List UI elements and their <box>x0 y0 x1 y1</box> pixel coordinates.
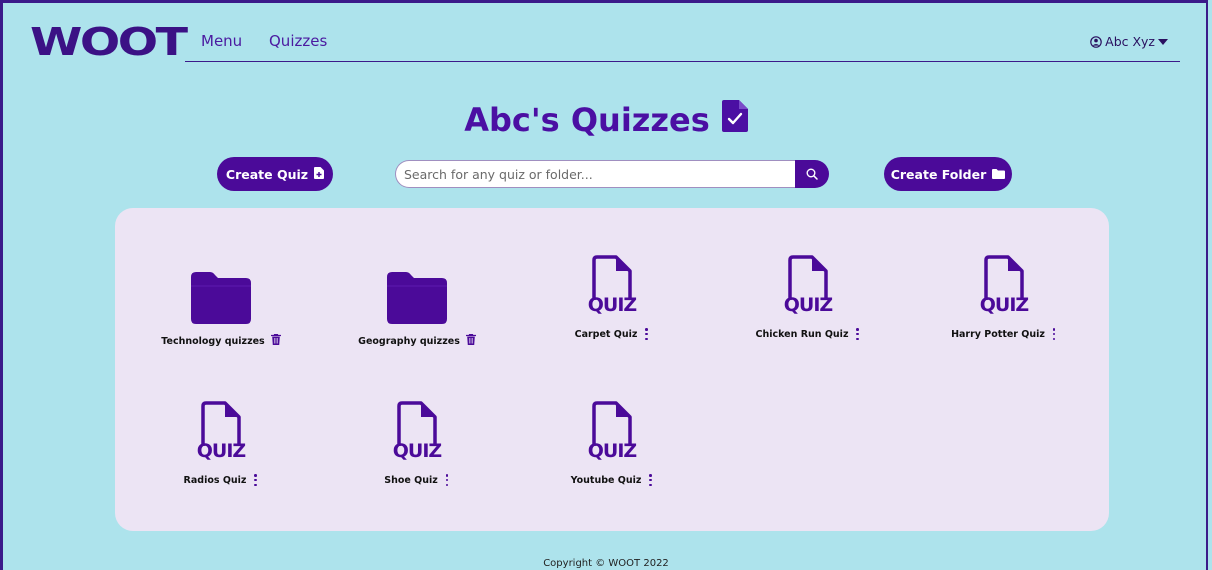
nav-quizzes-link[interactable]: Quizzes <box>269 32 327 50</box>
quiz-item[interactable]: QUIZ Chicken Run Quiz <box>708 248 908 340</box>
search-input[interactable] <box>395 160 795 188</box>
quiz-icon-text: QUIZ <box>587 294 637 316</box>
kebab-menu-icon[interactable] <box>647 474 653 486</box>
item-label-row: Youtube Quiz <box>512 474 712 486</box>
item-label-row: Geography quizzes <box>317 333 517 348</box>
nav-menu-link[interactable]: Menu <box>201 32 242 50</box>
item-label[interactable]: Harry Potter Quiz <box>951 329 1045 340</box>
item-label[interactable]: Youtube Quiz <box>571 475 642 486</box>
quiz-icon-text: QUIZ <box>979 294 1029 316</box>
quiz-icon-text: QUIZ <box>783 294 833 316</box>
quiz-file-icon[interactable]: QUIZ <box>121 394 321 464</box>
create-folder-label: Create Folder <box>890 166 987 182</box>
create-quiz-button[interactable]: Create Quiz <box>217 157 333 191</box>
user-name: Abc Xyz <box>1105 34 1155 49</box>
quiz-item[interactable]: QUIZ Shoe Quiz <box>317 394 517 486</box>
folder-item[interactable]: Technology quizzes <box>121 254 321 348</box>
item-label-row: Chicken Run Quiz <box>708 328 908 340</box>
item-label-row: Carpet Quiz <box>512 328 712 340</box>
file-check-icon <box>721 100 748 140</box>
woot-logo[interactable]: WOOT <box>30 22 188 62</box>
quiz-icon-text: QUIZ <box>587 440 637 462</box>
search-button[interactable] <box>795 160 829 188</box>
create-quiz-label: Create Quiz <box>225 166 309 182</box>
item-label[interactable]: Radios Quiz <box>184 475 247 486</box>
item-label-row: Shoe Quiz <box>317 474 517 486</box>
trash-icon[interactable] <box>465 333 476 348</box>
quiz-item[interactable]: QUIZ Harry Potter Quiz <box>904 248 1104 340</box>
create-folder-button[interactable]: Create Folder <box>884 157 1012 191</box>
quiz-file-icon[interactable]: QUIZ <box>317 394 517 464</box>
item-label[interactable]: Shoe Quiz <box>384 475 438 486</box>
folder-icon <box>992 167 1006 182</box>
quiz-file-icon[interactable]: QUIZ <box>512 248 712 318</box>
quiz-file-icon[interactable]: QUIZ <box>708 248 908 318</box>
item-label[interactable]: Geography quizzes <box>358 336 460 347</box>
item-label-row: Harry Potter Quiz <box>904 328 1104 340</box>
user-menu[interactable]: Abc Xyz <box>1090 34 1168 49</box>
item-label[interactable]: Chicken Run Quiz <box>756 329 849 340</box>
quiz-item[interactable]: QUIZ Carpet Quiz <box>512 248 712 340</box>
folder-icon[interactable] <box>317 254 517 324</box>
file-plus-icon <box>314 166 325 182</box>
quiz-file-icon[interactable]: QUIZ <box>512 394 712 464</box>
quiz-icon-text: QUIZ <box>196 440 246 462</box>
item-label-row: Radios Quiz <box>121 474 321 486</box>
folder-item[interactable]: Geography quizzes <box>317 254 517 348</box>
search-icon <box>806 165 818 184</box>
quiz-file-icon[interactable]: QUIZ <box>904 248 1104 318</box>
item-label[interactable]: Carpet Quiz <box>575 329 638 340</box>
kebab-menu-icon[interactable] <box>854 328 860 340</box>
footer-copyright: Copyright © WOOT 2022 <box>543 558 669 569</box>
quiz-icon-text: QUIZ <box>392 440 442 462</box>
caret-down-icon <box>1158 38 1168 46</box>
page-title: Abc's Quizzes <box>464 101 710 139</box>
search-bar <box>395 160 829 188</box>
user-circle-icon <box>1090 35 1102 48</box>
top-nav: Menu Quizzes Abc Xyz <box>185 30 1180 62</box>
page-title-row: Abc's Quizzes <box>0 100 1212 140</box>
folder-icon[interactable] <box>121 254 321 324</box>
quiz-item[interactable]: QUIZ Youtube Quiz <box>512 394 712 486</box>
quiz-library-panel: Technology quizzes Geography quizzes QUIZ C… <box>115 208 1109 531</box>
quiz-item[interactable]: QUIZ Radios Quiz <box>121 394 321 486</box>
item-label[interactable]: Technology quizzes <box>161 336 264 347</box>
kebab-menu-icon[interactable] <box>252 474 258 486</box>
trash-icon[interactable] <box>270 333 281 348</box>
kebab-menu-icon[interactable] <box>444 474 450 486</box>
kebab-menu-icon[interactable] <box>643 328 649 340</box>
kebab-menu-icon[interactable] <box>1051 328 1057 340</box>
item-label-row: Technology quizzes <box>121 333 321 348</box>
